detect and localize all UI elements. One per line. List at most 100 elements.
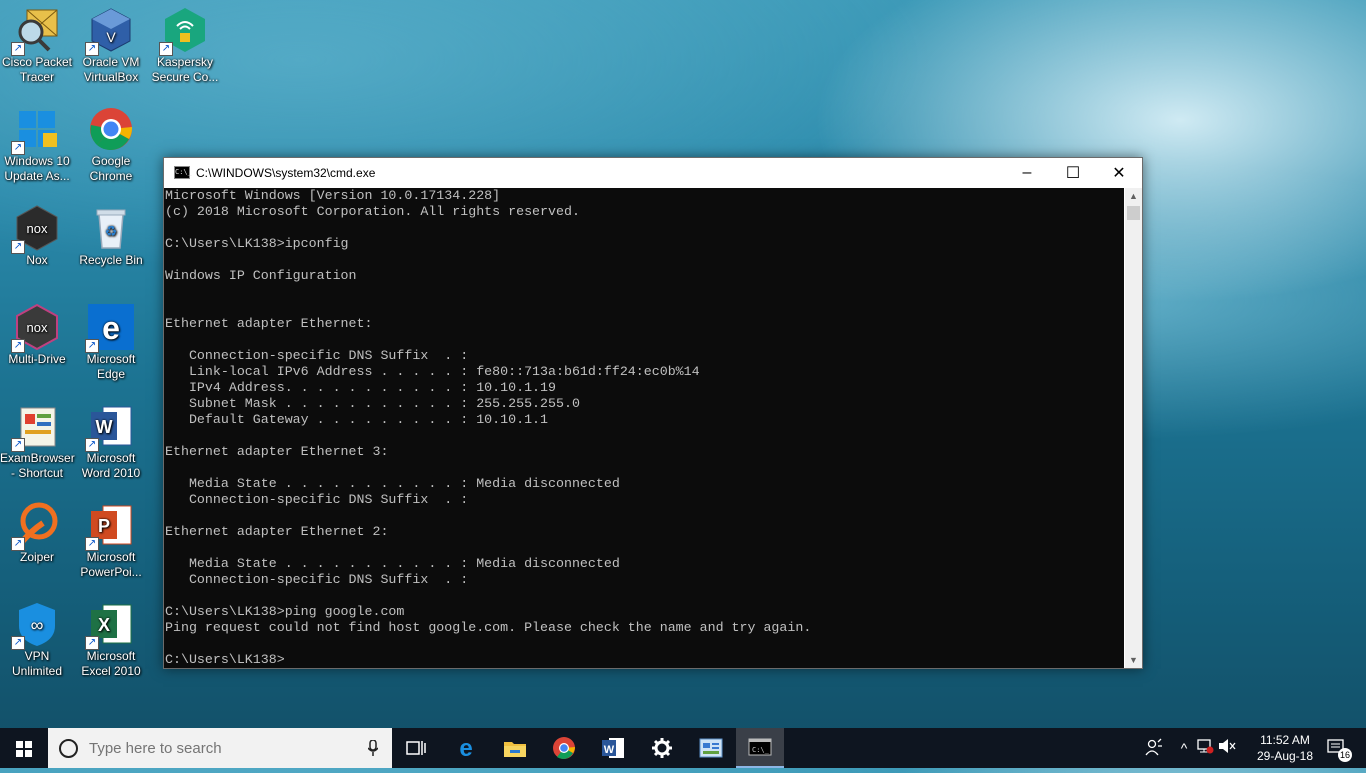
show-hidden-icons-chevron-icon[interactable]: ^ <box>1174 740 1194 756</box>
desktop-icon-zoiper[interactable]: ↗ Zoiper <box>0 497 74 565</box>
people-icon[interactable] <box>1140 738 1166 759</box>
console-line: C:\Users\LK138>ping google.com <box>165 604 405 619</box>
cmd-icon: C:\_ <box>174 166 192 179</box>
desktop-icon-label: Chrome <box>89 169 133 183</box>
powerpoint-icon: P ↗ <box>85 501 135 551</box>
console-output[interactable]: Microsoft Windows [Version 10.0.17134.22… <box>164 188 1124 668</box>
desktop-icon-exambrowser[interactable]: ↗ ExamBrowser - Shortcut <box>0 398 75 481</box>
desktop-icon-microsoft-word[interactable]: W ↗ Microsoft Word 2010 <box>74 398 148 481</box>
console-line: Microsoft Windows [Version 10.0.17134.22… <box>165 188 501 203</box>
taskbar-clock[interactable]: 11:52 AM 29-Aug-18 <box>1250 732 1320 764</box>
console-line: Ethernet adapter Ethernet: <box>165 316 373 331</box>
chrome-icon <box>553 737 575 759</box>
taskbar: e W C:\_ ^ 11:52 AM 29-Aug-18 16 <box>0 728 1366 768</box>
taskbar-edge[interactable]: e <box>442 728 490 768</box>
desktop-icon-label: Recycle Bin <box>79 253 143 267</box>
recycle-bin-icon: ♻ <box>87 204 135 252</box>
scroll-down-arrow-icon[interactable]: ▼ <box>1125 652 1142 668</box>
console-line: (c) 2018 Microsoft Corporation. All righ… <box>165 204 580 219</box>
excel-icon: X ↗ <box>85 600 135 650</box>
svg-text:V: V <box>106 29 116 45</box>
zoiper-icon: ↗ <box>11 501 61 551</box>
taskbar-settings[interactable] <box>638 728 686 768</box>
console-line: Media State . . . . . . . . . . . : Medi… <box>165 476 620 491</box>
desktop-icon-label: Windows 10 <box>4 154 70 168</box>
window-titlebar[interactable]: C:\_ C:\WINDOWS\system32\cmd.exe – ☐ ✕ <box>164 158 1142 187</box>
windows-logo-icon <box>16 741 32 757</box>
multi-drive-icon: nox ↗ <box>11 303 61 353</box>
taskbar-control-panel[interactable] <box>687 728 735 768</box>
taskbar-chrome[interactable] <box>540 728 588 768</box>
console-line: Subnet Mask . . . . . . . . . . . : 255.… <box>165 396 580 411</box>
search-input[interactable] <box>87 738 341 758</box>
console-line: Media State . . . . . . . . . . . : Medi… <box>165 556 620 571</box>
gear-icon <box>652 738 672 758</box>
console-line: Default Gateway . . . . . . . . . : 10.1… <box>165 412 549 427</box>
console-line: Connection-specific DNS Suffix . : <box>165 348 469 363</box>
desktop-icon-kaspersky[interactable]: ↗ Kaspersky Secure Co... <box>148 2 222 85</box>
cisco-packet-tracer-icon: ↗ <box>11 6 61 56</box>
svg-text:X: X <box>98 615 110 635</box>
desktop-icon-label: Nox <box>26 253 48 267</box>
desktop-icon-label: Unlimited <box>11 664 62 678</box>
desktop-icon-microsoft-excel[interactable]: X ↗ Microsoft Excel 2010 <box>74 596 148 679</box>
maximize-button[interactable]: ☐ <box>1050 158 1096 187</box>
exambrowser-icon: ↗ <box>11 402 61 452</box>
desktop-icon-label: Google <box>91 154 131 168</box>
desktop-icon-label: Tracer <box>19 70 55 84</box>
desktop-icon-microsoft-powerpoint[interactable]: P ↗ Microsoft PowerPoi... <box>74 497 148 580</box>
desktop-icon-vpn-unlimited[interactable]: ∞ ↗ VPN Unlimited <box>0 596 74 679</box>
svg-text:W: W <box>604 744 615 756</box>
taskbar-file-explorer[interactable] <box>491 728 539 768</box>
svg-text:e: e <box>102 310 120 346</box>
desktop-icon-label: Multi-Drive <box>8 352 66 366</box>
desktop-icon-label: Secure Co... <box>151 70 219 84</box>
network-icon[interactable] <box>1194 738 1216 759</box>
start-button[interactable] <box>0 728 48 768</box>
taskbar-cmd[interactable]: C:\_ <box>736 728 784 768</box>
svg-text:nox: nox <box>27 221 48 236</box>
desktop-icon-cisco-packet-tracer[interactable]: ↗ Cisco Packet Tracer <box>0 2 74 85</box>
clock-date: 29-Aug-18 <box>1256 749 1314 763</box>
desktop-icon-oracle-virtualbox[interactable]: V ↗ Oracle VM VirtualBox <box>74 2 148 85</box>
desktop-icon-multi-drive[interactable]: nox ↗ Multi-Drive <box>0 299 74 367</box>
cortana-circle-icon <box>59 738 78 758</box>
desktop-icon-microsoft-edge[interactable]: e ↗ Microsoft Edge <box>74 299 148 382</box>
close-button[interactable]: ✕ <box>1096 158 1142 187</box>
task-view-icon <box>406 741 426 755</box>
cmd-window[interactable]: C:\_ C:\WINDOWS\system32\cmd.exe – ☐ ✕ M… <box>163 157 1143 669</box>
console-line: Connection-specific DNS Suffix . : <box>165 492 469 507</box>
desktop-icon-windows-update[interactable]: ↗ Windows 10 Update As... <box>0 101 74 184</box>
desktop-icon-label: VirtualBox <box>83 70 139 84</box>
desktop-icon-label: Edge <box>96 367 126 381</box>
window-title: C:\WINDOWS\system32\cmd.exe <box>196 165 376 180</box>
desktop-icon-label: Cisco Packet <box>1 55 73 69</box>
desktop-icon-label: ExamBrowser <box>0 451 75 465</box>
folder-icon <box>504 742 526 757</box>
desktop-icon-google-chrome[interactable]: Google Chrome <box>74 101 148 184</box>
vertical-scrollbar[interactable]: ▲ ▼ <box>1125 188 1142 668</box>
scrollbar-thumb[interactable] <box>1127 206 1140 220</box>
console-line: Ethernet adapter Ethernet 2: <box>165 524 389 539</box>
desktop-icon-recycle-bin[interactable]: ♻ Recycle Bin <box>74 200 148 268</box>
taskbar-search-box[interactable] <box>48 728 392 768</box>
svg-text:C:\_: C:\_ <box>752 746 770 754</box>
svg-text:♻: ♻ <box>105 224 118 240</box>
desktop-icon-nox[interactable]: nox ↗ Nox <box>0 200 74 268</box>
desktop-icon-label: Microsoft <box>86 352 136 366</box>
clock-time: 11:52 AM <box>1260 733 1310 747</box>
scroll-up-arrow-icon[interactable]: ▲ <box>1125 188 1142 204</box>
cmd-icon: C:\_ <box>748 738 772 756</box>
desktop-icon-label: - Shortcut <box>10 466 64 480</box>
edge-icon: e <box>459 736 472 760</box>
minimize-button[interactable]: – <box>1004 158 1050 187</box>
action-center-button[interactable]: 16 <box>1322 728 1352 768</box>
desktop-icon-label: VPN <box>24 649 50 663</box>
desktop-icon-label: PowerPoi... <box>80 565 142 579</box>
task-view-button[interactable] <box>392 728 440 768</box>
volume-muted-icon[interactable] <box>1216 738 1238 759</box>
kaspersky-icon: ↗ <box>159 6 209 56</box>
taskbar-word[interactable]: W <box>589 728 637 768</box>
svg-text:P: P <box>98 516 110 536</box>
microphone-icon[interactable] <box>368 740 378 756</box>
